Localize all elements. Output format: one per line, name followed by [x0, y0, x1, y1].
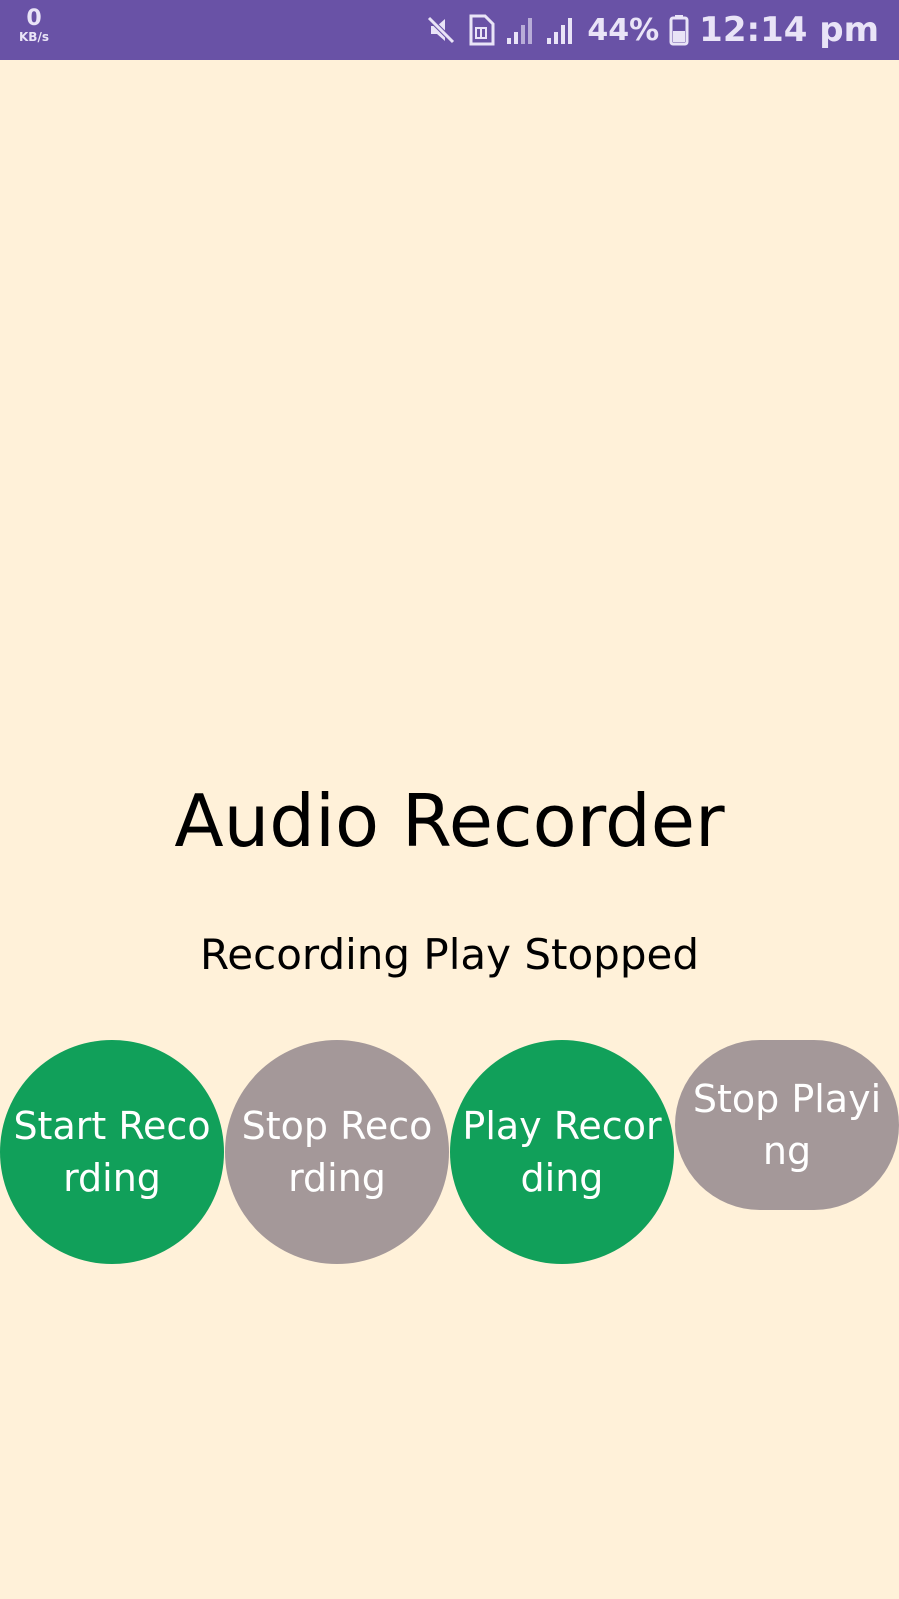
- page-title: Audio Recorder: [174, 779, 725, 863]
- clock: 12:14 pm: [699, 10, 879, 50]
- stop-recording-button[interactable]: Stop Recording: [225, 1040, 449, 1264]
- battery-percentage: 44%: [587, 12, 660, 48]
- start-recording-button[interactable]: Start Recording: [0, 1040, 224, 1264]
- signal-icon: [545, 14, 575, 46]
- sim-card-icon: [467, 14, 495, 46]
- mute-icon: [425, 14, 457, 46]
- network-speed-unit: KB/s: [19, 30, 49, 44]
- network-speed-indicator: 0 KB/s: [14, 6, 54, 44]
- signal-icon: [505, 14, 535, 46]
- start-recording-label: Start Recording: [13, 1104, 211, 1200]
- network-speed-value: 0: [26, 6, 42, 31]
- status-bar: 0 KB/s 44% 12:14 pm: [0, 0, 899, 60]
- stop-recording-label: Stop Recording: [241, 1104, 433, 1200]
- play-recording-label: Play Recording: [462, 1104, 662, 1200]
- recording-status-text: Recording Play Stopped: [200, 930, 699, 979]
- status-icons: 44% 12:14 pm: [425, 0, 879, 60]
- battery-icon: [669, 14, 689, 46]
- stop-playing-label: Stop Playing: [692, 1077, 882, 1173]
- play-recording-button[interactable]: Play Recording: [450, 1040, 674, 1264]
- stop-playing-button[interactable]: Stop Playing: [675, 1040, 899, 1210]
